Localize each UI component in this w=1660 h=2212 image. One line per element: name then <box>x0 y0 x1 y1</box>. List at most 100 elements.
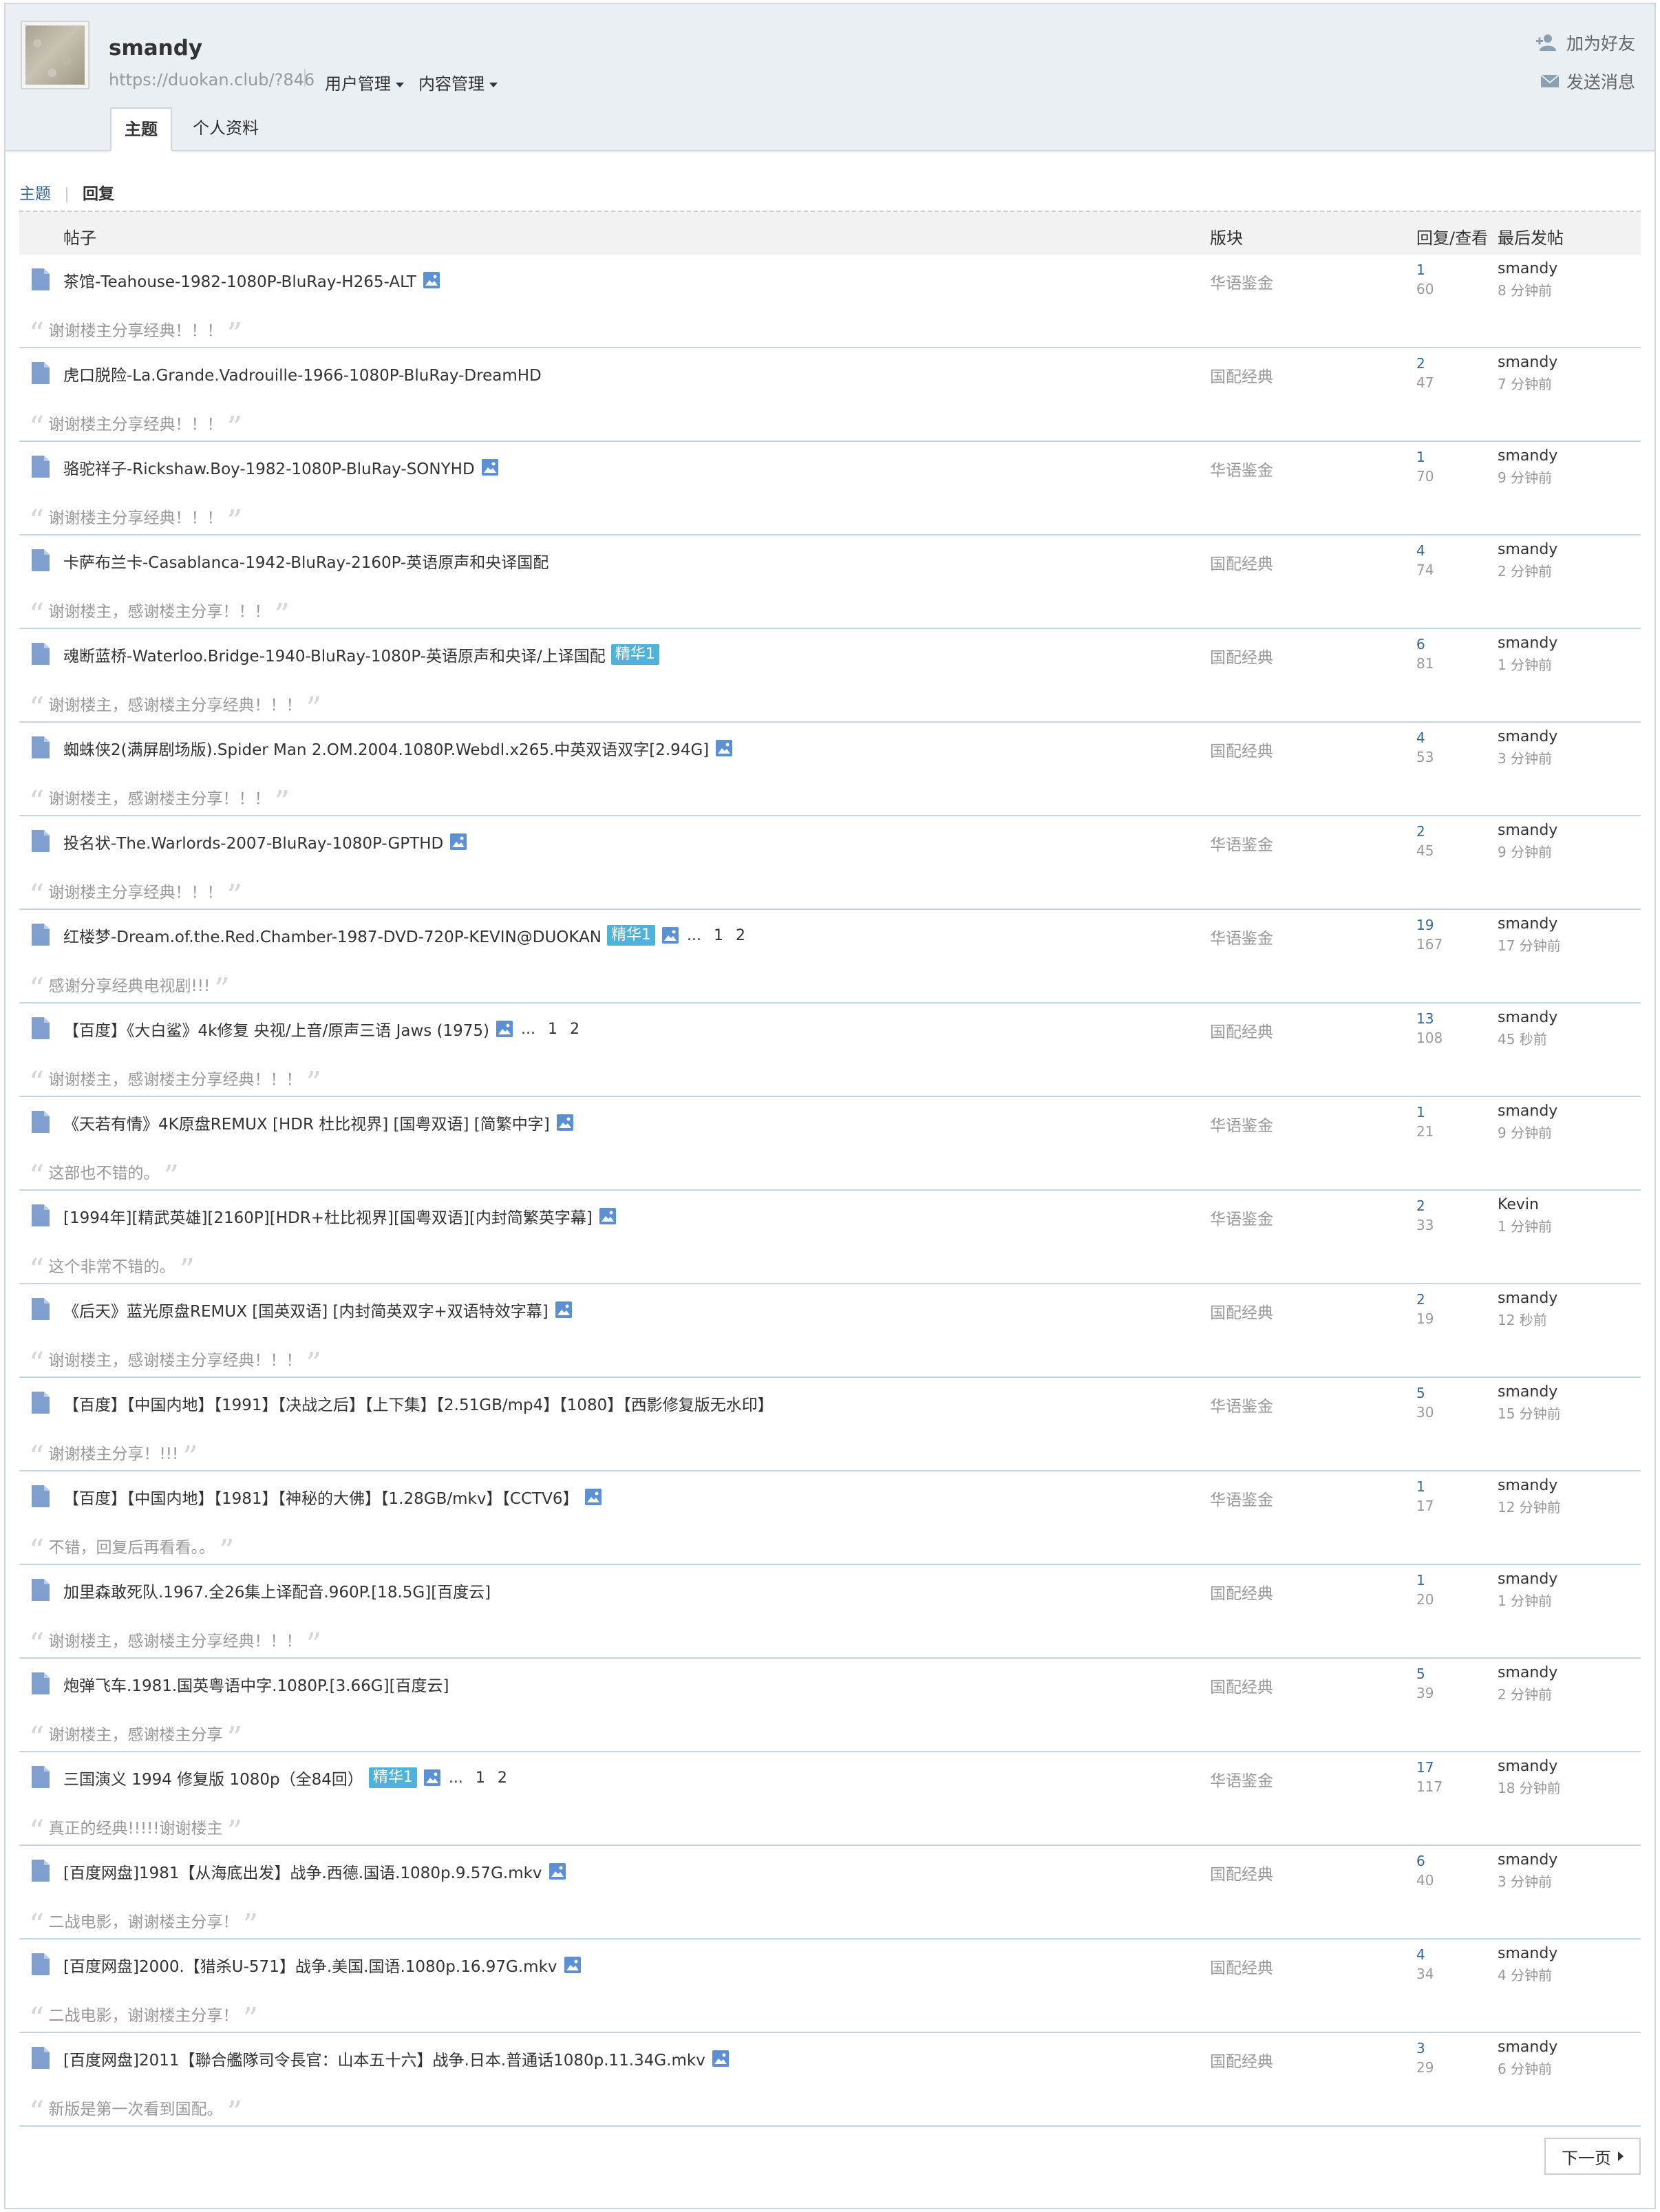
last-post-user[interactable]: smandy <box>1498 541 1557 558</box>
tab-threads[interactable]: 主题 <box>110 107 172 151</box>
page-link[interactable]: 1 <box>548 1021 557 1038</box>
forum-link[interactable]: 国配经典 <box>1210 551 1273 574</box>
last-post-time[interactable]: 45 秒前 <box>1498 1028 1547 1048</box>
reply-quote[interactable]: “谢谢楼主，感谢楼主分享！！！” <box>25 782 294 818</box>
reply-quote[interactable]: “谢谢楼主，感谢楼主分享经典！！！” <box>25 688 326 724</box>
reply-count[interactable]: 4 <box>1416 1946 1425 1963</box>
content-management-menu[interactable]: 内容管理 <box>418 70 498 94</box>
subnav-threads-link[interactable]: 主题 <box>19 185 51 203</box>
last-post-user[interactable]: smandy <box>1498 447 1557 465</box>
reply-quote[interactable]: “不错，回复后再看看。。” <box>25 1531 239 1566</box>
forum-link[interactable]: 华语鉴金 <box>1210 1206 1273 1229</box>
reply-quote[interactable]: “这部也不错的。” <box>25 1156 183 1192</box>
reply-count[interactable]: 1 <box>1416 1104 1425 1120</box>
reply-quote[interactable]: “感谢分享经典电视剧!!!” <box>25 969 234 1005</box>
page-link[interactable]: 2 <box>736 927 745 944</box>
last-post-time[interactable]: 4 分钟前 <box>1498 1964 1552 1984</box>
last-post-time[interactable]: 3 分钟前 <box>1498 747 1552 767</box>
next-page-button[interactable]: 下一页 <box>1544 2138 1641 2175</box>
last-post-user[interactable]: smandy <box>1498 1477 1557 1494</box>
reply-quote[interactable]: “谢谢楼主分享！!!!” <box>25 1437 202 1473</box>
thread-title-link[interactable]: 加里森敢死队.1967.全26集上译配音.960P.[18.5G][百度云] <box>63 1579 491 1602</box>
forum-link[interactable]: 华语鉴金 <box>1210 1487 1273 1510</box>
thread-title-link[interactable]: 炮弹飞车.1981.国英粤语中字.1080P.[3.66G][百度云] <box>63 1672 449 1696</box>
reply-count[interactable]: 4 <box>1416 542 1425 559</box>
last-post-time[interactable]: 9 分钟前 <box>1498 841 1552 861</box>
profile-url[interactable]: https://duokan.club/?846 <box>109 70 315 89</box>
last-post-time[interactable]: 12 秒前 <box>1498 1309 1547 1329</box>
last-post-time[interactable]: 1 分钟前 <box>1498 1215 1552 1235</box>
last-post-user[interactable]: smandy <box>1498 1758 1557 1775</box>
reply-count[interactable]: 6 <box>1416 1853 1425 1869</box>
page-link[interactable]: 1 <box>476 1769 485 1787</box>
forum-link[interactable]: 国配经典 <box>1210 1861 1273 1884</box>
reply-count[interactable]: 5 <box>1416 1385 1425 1401</box>
thread-title-link[interactable]: 蜘蛛侠2(满屏剧场版).Spider Man 2.OM.2004.1080P.W… <box>63 736 709 760</box>
last-post-user[interactable]: smandy <box>1498 1945 1557 1962</box>
forum-link[interactable]: 华语鉴金 <box>1210 1767 1273 1791</box>
reply-quote[interactable]: “谢谢楼主分享经典！！！” <box>25 875 246 911</box>
user-management-menu[interactable]: 用户管理 <box>325 70 404 94</box>
thread-title-link[interactable]: 【百度】《大白鲨》4k修复 央视/上音/原声三语 Jaws (1975) <box>63 1017 489 1041</box>
add-friend-link[interactable]: 加为好友 <box>1535 30 1635 55</box>
last-post-user[interactable]: smandy <box>1498 1009 1557 1026</box>
reply-quote[interactable]: “二战电影，谢谢楼主分享！” <box>25 1905 262 1941</box>
forum-link[interactable]: 华语鉴金 <box>1210 1393 1273 1416</box>
last-post-user[interactable]: smandy <box>1498 1571 1557 1588</box>
last-post-time[interactable]: 6 分钟前 <box>1498 2058 1552 2078</box>
last-post-time[interactable]: 17 分钟前 <box>1498 935 1561 955</box>
thread-title-link[interactable]: 【百度】【中国内地】【1981】【神秘的大佛】【1.28GB/mkv】【CCTV… <box>63 1485 578 1509</box>
reply-quote[interactable]: “谢谢楼主，感谢楼主分享！！！” <box>25 595 294 630</box>
reply-quote[interactable]: “谢谢楼主，感谢楼主分享经典！！！” <box>25 1624 326 1660</box>
last-post-user[interactable]: smandy <box>1498 822 1557 839</box>
last-post-user[interactable]: smandy <box>1498 1103 1557 1120</box>
reply-count[interactable]: 1 <box>1416 1572 1425 1588</box>
forum-link[interactable]: 国配经典 <box>1210 1955 1273 1978</box>
send-message-link[interactable]: 发送消息 <box>1540 69 1635 94</box>
thread-title-link[interactable]: 骆驼祥子-Rickshaw.Boy-1982-1080P-BluRay-SONY… <box>63 456 475 479</box>
reply-count[interactable]: 6 <box>1416 636 1425 652</box>
thread-title-link[interactable]: 《后天》蓝光原盘REMUX [国英双语] [内封简英双字+双语特效字幕] <box>63 1298 549 1321</box>
reply-quote[interactable]: “这个非常不错的。” <box>25 1250 199 1286</box>
thread-title-link[interactable]: [百度网盘]2000.【猎杀U-571】战争.美国.国语.1080p.16.97… <box>63 1953 557 1977</box>
reply-quote[interactable]: “谢谢楼主分享经典！！！” <box>25 314 246 350</box>
last-post-time[interactable]: 1 分钟前 <box>1498 1590 1552 1610</box>
reply-count[interactable]: 19 <box>1416 917 1434 933</box>
reply-quote[interactable]: “新版是第一次看到国配。” <box>25 2092 246 2128</box>
tab-profile[interactable]: 个人资料 <box>193 107 259 150</box>
last-post-time[interactable]: 2 分钟前 <box>1498 1683 1552 1703</box>
thread-title-link[interactable]: 红楼梦-Dream.of.the.Red.Chamber-1987-DVD-72… <box>63 924 602 947</box>
last-post-user[interactable]: smandy <box>1498 260 1557 277</box>
last-post-time[interactable]: 9 分钟前 <box>1498 1122 1552 1142</box>
forum-link[interactable]: 国配经典 <box>1210 1580 1273 1604</box>
reply-count[interactable]: 3 <box>1416 2040 1425 2056</box>
forum-link[interactable]: 国配经典 <box>1210 738 1273 761</box>
reply-quote[interactable]: “谢谢楼主，感谢楼主分享” <box>25 1718 246 1754</box>
reply-quote[interactable]: “真正的经典!!!!!谢谢楼主” <box>25 1811 246 1847</box>
forum-link[interactable]: 华语鉴金 <box>1210 1112 1273 1136</box>
reply-count[interactable]: 1 <box>1416 449 1425 465</box>
forum-link[interactable]: 华语鉴金 <box>1210 270 1273 293</box>
forum-link[interactable]: 国配经典 <box>1210 2048 1273 2072</box>
thread-title-link[interactable]: 《天若有情》4K原盘REMUX [HDR 杜比视界] [国粤双语] [简繁中字] <box>63 1111 550 1134</box>
last-post-user[interactable]: smandy <box>1498 635 1557 652</box>
last-post-time[interactable]: 15 分钟前 <box>1498 1403 1561 1423</box>
last-post-time[interactable]: 9 分钟前 <box>1498 467 1552 487</box>
last-post-time[interactable]: 12 分钟前 <box>1498 1496 1561 1516</box>
thread-title-link[interactable]: 卡萨布兰卡-Casablanca-1942-BluRay-2160P-英语原声和… <box>63 549 549 573</box>
reply-quote[interactable]: “谢谢楼主，感谢楼主分享经典！！！” <box>25 1063 326 1098</box>
avatar[interactable] <box>21 21 89 89</box>
reply-count[interactable]: 2 <box>1416 1291 1425 1308</box>
thread-title-link[interactable]: 投名状-The.Warlords-2007-BluRay-1080P-GPTHD <box>63 830 443 853</box>
thread-title-link[interactable]: 魂断蓝桥-Waterloo.Bridge-1940-BluRay-1080P-英… <box>63 643 606 666</box>
reply-count[interactable]: 1 <box>1416 1478 1425 1495</box>
reply-count[interactable]: 1 <box>1416 262 1425 278</box>
last-post-user[interactable]: smandy <box>1498 1851 1557 1869</box>
last-post-time[interactable]: 18 分钟前 <box>1498 1777 1561 1797</box>
forum-link[interactable]: 华语鉴金 <box>1210 457 1273 480</box>
reply-count[interactable]: 17 <box>1416 1759 1434 1776</box>
reply-quote[interactable]: “谢谢楼主，感谢楼主分享经典！！！” <box>25 1343 326 1379</box>
reply-count[interactable]: 13 <box>1416 1010 1434 1027</box>
reply-count[interactable]: 2 <box>1416 1198 1425 1214</box>
reply-count[interactable]: 2 <box>1416 355 1425 372</box>
